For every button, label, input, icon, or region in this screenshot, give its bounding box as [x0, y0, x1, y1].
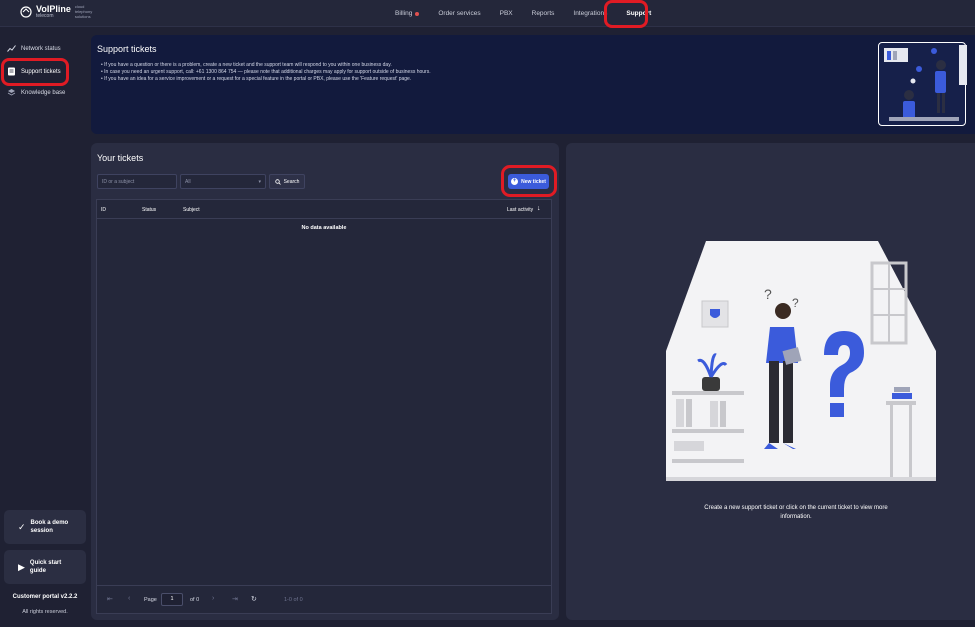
sidebar-item-label: Network status	[21, 45, 61, 52]
billing-alert-dot	[415, 11, 420, 16]
check-icon: ✓	[18, 521, 26, 532]
top-navigation-bar: VoIPline telecom cloud telephony solutio…	[0, 0, 975, 27]
portal-version: Customer portal v2.2.2	[12, 594, 78, 600]
tickets-panel: Your tickets All ▾ Search + New ticket I…	[91, 143, 559, 620]
tickets-table: ID Status Subject Last activity ↓ No dat…	[96, 199, 552, 586]
brand-tagline: cloud telephony solutions	[74, 4, 93, 19]
nav-billing[interactable]: Billing	[395, 10, 420, 17]
support-illustration: ? ?	[666, 241, 936, 481]
status-filter-select[interactable]: All ▾	[180, 174, 266, 189]
nav-order-services[interactable]: Order services	[438, 10, 480, 17]
layers-icon	[7, 88, 16, 97]
sort-arrow-down-icon[interactable]: ↓	[537, 205, 541, 212]
chart-line-icon	[7, 44, 16, 53]
refresh-icon[interactable]: ↻	[251, 595, 257, 603]
rights-text: All rights reserved.	[22, 609, 68, 615]
svg-text:?: ?	[764, 286, 772, 302]
support-nav-highlight	[604, 0, 648, 28]
last-page-icon[interactable]: ⇥	[232, 595, 238, 603]
empty-state-text: No data available	[301, 225, 347, 231]
quick-start-label: Quick start guide	[29, 560, 62, 574]
column-status[interactable]: Status	[142, 207, 156, 213]
nav-pbx[interactable]: PBX	[500, 10, 513, 17]
status-filter-value: All	[185, 178, 191, 185]
column-id[interactable]: ID	[101, 207, 106, 213]
nav-integrations[interactable]: Integrations	[573, 10, 607, 17]
book-demo-button[interactable]: ✓ Book a demo session	[4, 510, 86, 544]
nav-billing-label: Billing	[395, 10, 413, 17]
nav-pbx-label: PBX	[499, 10, 513, 17]
page-label: Page	[144, 597, 157, 603]
banner-illustration	[878, 42, 967, 126]
search-icon	[274, 178, 281, 185]
page-range: 1-0 of 0	[284, 597, 303, 603]
nav-order-services-label: Order services	[438, 10, 481, 17]
banner-line-1: If you have a question or there is a pro…	[101, 62, 392, 68]
play-icon: ▶	[18, 561, 25, 572]
svg-text:?: ?	[792, 296, 799, 310]
next-page-icon[interactable]: ›	[212, 595, 214, 602]
logo-icon	[20, 5, 32, 18]
nav-integrations-label: Integrations	[573, 10, 608, 17]
support-tickets-highlight	[1, 58, 69, 86]
prev-page-icon[interactable]: ‹	[128, 595, 130, 602]
page-number-input[interactable]: 1	[161, 593, 183, 606]
table-header: ID Status Subject Last activity ↓	[97, 200, 551, 219]
nav-reports-label: Reports	[531, 10, 555, 17]
banner-title: Support tickets	[97, 44, 157, 54]
banner-line-2: In case you need an urgent support, call…	[101, 69, 430, 75]
pagination: ⇤ ‹ Page 1 of 0 › ⇥ ↻ 1-0 of 0	[96, 586, 552, 614]
column-last-activity[interactable]: Last activity	[507, 207, 533, 213]
brand-sub: telecom	[36, 12, 54, 19]
sidebar-item-knowledge-base[interactable]: Knowledge base	[7, 88, 65, 97]
sidebar-item-network-status[interactable]: Network status	[7, 44, 61, 53]
detail-empty-caption: Create a new support ticket or click on …	[704, 505, 888, 520]
tickets-title: Your tickets	[97, 153, 144, 163]
search-button[interactable]: Search	[269, 174, 305, 189]
book-demo-label: Book a demo session	[30, 520, 69, 534]
page-total: of 0	[190, 597, 200, 603]
sidebar: Network status Support tickets Knowledge…	[0, 27, 90, 627]
chevron-down-icon: ▾	[258, 178, 261, 185]
first-page-icon[interactable]: ⇤	[107, 595, 113, 603]
column-subject[interactable]: Subject	[183, 207, 200, 213]
ticket-detail-panel: ? ? Create a new support ticket or click…	[566, 143, 975, 620]
new-ticket-highlight	[501, 165, 557, 197]
support-banner: Support tickets If you have a question o…	[91, 35, 975, 134]
brand-logo[interactable]: VoIPline telecom cloud telephony solutio…	[20, 4, 97, 19]
nav-reports[interactable]: Reports	[532, 10, 555, 17]
quick-start-guide-button[interactable]: ▶ Quick start guide	[4, 550, 86, 584]
search-button-label: Search	[283, 178, 300, 185]
sidebar-item-label: Knowledge base	[21, 89, 66, 96]
ticket-search-input[interactable]	[97, 174, 177, 189]
banner-line-3: If you have an idea for a service improv…	[101, 76, 411, 82]
